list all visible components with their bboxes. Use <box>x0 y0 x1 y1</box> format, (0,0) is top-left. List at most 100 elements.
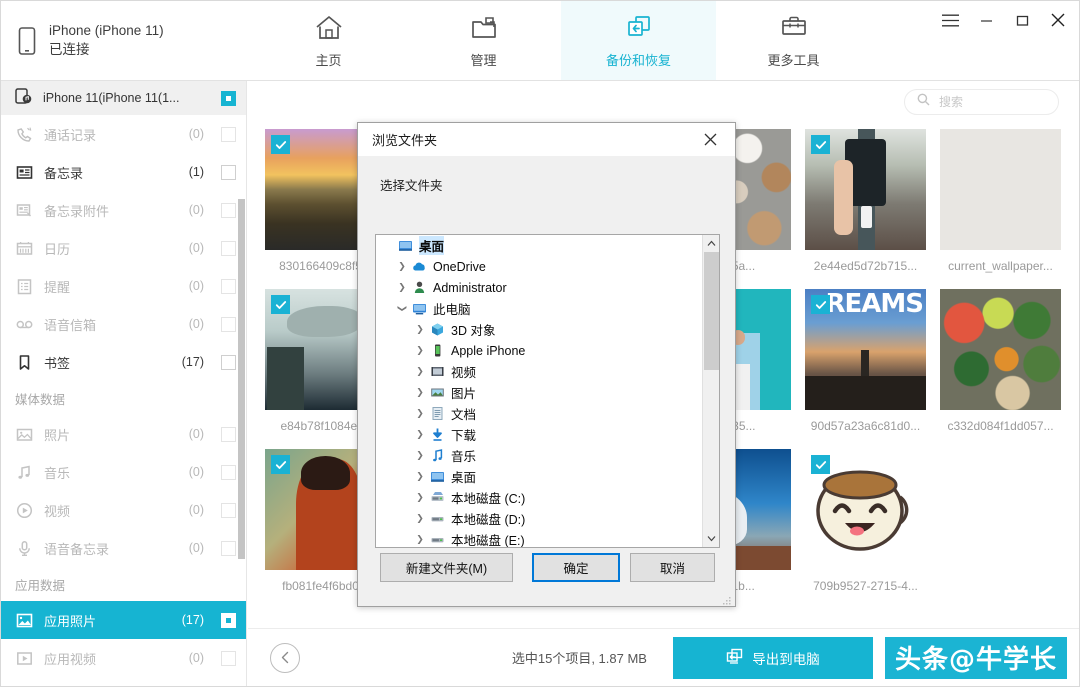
sidebar-item-photos[interactable]: 照片 (0) <box>1 415 246 453</box>
thumbnail-image[interactable] <box>940 129 1061 250</box>
sidebar-item-app-videos[interactable]: 应用视频 (0) <box>1 639 246 677</box>
sidebar-item-checkbox[interactable] <box>221 165 236 180</box>
device-status: 已连接 <box>49 42 164 58</box>
sidebar-item-checkbox[interactable] <box>221 651 236 666</box>
sidebar-item-checkbox[interactable] <box>221 241 236 256</box>
selection-checkmark[interactable] <box>811 455 830 474</box>
chevron-right-icon[interactable]: ❯ <box>412 345 428 356</box>
tree-item-downloads[interactable]: ❯ 下载 <box>376 424 703 445</box>
tree-item-this-pc[interactable]: ❯ 此电脑 <box>376 298 703 319</box>
sidebar-item-checkbox[interactable] <box>221 127 236 142</box>
grid-item[interactable]: current_wallpaper... <box>933 129 1068 289</box>
sidebar-item-checkbox[interactable] <box>221 465 236 480</box>
sidebar-item-reminder[interactable]: 提醒 (0) <box>1 267 246 305</box>
search-box[interactable] <box>904 89 1059 115</box>
nav-tab-home[interactable]: 主页 <box>251 1 406 80</box>
chevron-down-icon[interactable]: ❯ <box>397 301 408 317</box>
chevron-right-icon[interactable]: ❯ <box>412 429 428 440</box>
sidebar-item-bookmarks[interactable]: 书签 (17) <box>1 343 246 381</box>
device-music-icon <box>15 87 33 110</box>
tree-item-desktop[interactable]: ❯ 桌面 <box>376 466 703 487</box>
tree-item-videos[interactable]: ❯ 视频 <box>376 361 703 382</box>
sidebar-item-music[interactable]: 音乐 (0) <box>1 453 246 491</box>
scroll-down-icon[interactable] <box>703 530 719 547</box>
tree-item-desktop-root[interactable]: 桌面 <box>376 235 703 256</box>
tree-item-local-disk-c[interactable]: ❯ 本地磁盘 (C:) <box>376 487 703 508</box>
maximize-icon[interactable] <box>1011 9 1033 31</box>
sidebar-item-videos[interactable]: 视频 (0) <box>1 491 246 529</box>
chevron-right-icon[interactable]: ❯ <box>412 534 428 545</box>
chevron-right-icon[interactable]: ❯ <box>412 492 428 503</box>
sidebar-item-voice-memos[interactable]: 语音备忘录 (0) <box>1 529 246 567</box>
sidebar-item-app-documents[interactable]: 应用文档 (1) <box>1 677 246 687</box>
chevron-right-icon[interactable]: ❯ <box>412 366 428 377</box>
notes-attach-icon <box>15 201 33 219</box>
sidebar-item-checkbox[interactable] <box>221 355 236 370</box>
chevron-right-icon[interactable]: ❯ <box>394 282 410 293</box>
sidebar-item-label: 应用视频 <box>44 649 178 668</box>
sidebar-item-checkbox[interactable] <box>221 203 236 218</box>
sidebar-scrollbar[interactable] <box>238 199 245 559</box>
nav-tab-backup-restore[interactable]: 备份和恢复 <box>561 1 716 80</box>
back-button[interactable] <box>270 643 300 673</box>
sidebar-item-checkbox[interactable] <box>221 279 236 294</box>
cancel-button[interactable]: 取消 <box>630 553 715 582</box>
dialog-titlebar[interactable]: 浏览文件夹 <box>358 123 735 157</box>
chevron-right-icon[interactable]: ❯ <box>412 408 428 419</box>
grid-item[interactable]: c332d084f1dd057... <box>933 289 1068 449</box>
sidebar-item-checkbox[interactable] <box>221 613 236 628</box>
grid-item[interactable]: REAMS 90d57a23a6c81d0... <box>798 289 933 449</box>
new-folder-button[interactable]: 新建文件夹(M) <box>380 553 513 582</box>
sidebar-item-voicemail[interactable]: 语音信箱 (0) <box>1 305 246 343</box>
sidebar-item-app-photos[interactable]: 应用照片 (17) <box>1 601 246 639</box>
tree-item-pictures[interactable]: ❯ 图片 <box>376 382 703 403</box>
nav-tab-more-tools[interactable]: 更多工具 <box>716 1 871 80</box>
close-icon[interactable] <box>693 125 727 155</box>
selection-checkmark[interactable] <box>811 135 830 154</box>
sidebar-device-checkbox[interactable] <box>221 91 236 106</box>
tree-item-administrator[interactable]: ❯ Administrator <box>376 277 703 298</box>
tree-item-onedrive[interactable]: ❯ OneDrive <box>376 256 703 277</box>
scroll-up-icon[interactable] <box>703 235 719 252</box>
file-name: c332d084f1dd057... <box>937 419 1065 433</box>
selection-checkmark[interactable] <box>271 135 290 154</box>
sidebar-device-header[interactable]: iPhone 11(iPhone 11(1... <box>1 81 246 115</box>
tree-item-music[interactable]: ❯ 音乐 <box>376 445 703 466</box>
tree-item-local-disk-d[interactable]: ❯ 本地磁盘 (D:) <box>376 508 703 529</box>
tree-item-apple-iphone[interactable]: ❯ Apple iPhone <box>376 340 703 361</box>
selection-checkmark[interactable] <box>271 455 290 474</box>
chevron-right-icon[interactable]: ❯ <box>394 261 410 272</box>
sidebar-item-checkbox[interactable] <box>221 503 236 518</box>
export-to-pc-button[interactable]: 导出到电脑 <box>673 637 873 679</box>
dialog-resize-handle[interactable] <box>722 593 732 603</box>
sidebar-item-calendar[interactable]: 日历 (0) <box>1 229 246 267</box>
search-input[interactable] <box>937 94 1046 110</box>
sidebar-item-checkbox[interactable] <box>221 427 236 442</box>
chevron-right-icon[interactable]: ❯ <box>412 513 428 524</box>
tree-item-documents[interactable]: ❯ 文档 <box>376 403 703 424</box>
tree-item-3d-objects[interactable]: ❯ 3D 对象 <box>376 319 703 340</box>
tree-scrollbar-thumb[interactable] <box>704 252 719 370</box>
sidebar-item-notes[interactable]: 备忘录 (1) <box>1 153 246 191</box>
minimize-icon[interactable] <box>975 9 997 31</box>
chevron-right-icon[interactable]: ❯ <box>412 471 428 482</box>
ok-button[interactable]: 确定 <box>532 553 620 582</box>
nav-tab-manage[interactable]: 管理 <box>406 1 561 80</box>
selection-checkmark[interactable] <box>271 295 290 314</box>
tree-scrollbar[interactable] <box>702 235 719 547</box>
thumbnail-image[interactable] <box>940 289 1061 410</box>
chevron-right-icon[interactable]: ❯ <box>412 324 428 335</box>
sidebar-item-notes-attachments[interactable]: 备忘录附件 (0) <box>1 191 246 229</box>
grid-item[interactable]: 709b9527-2715-4... <box>798 449 933 609</box>
chevron-right-icon[interactable]: ❯ <box>412 450 428 461</box>
thumbnail-wrapper <box>940 129 1061 250</box>
grid-item[interactable]: 2e44ed5d72b715... <box>798 129 933 289</box>
close-icon[interactable] <box>1047 9 1069 31</box>
chevron-right-icon[interactable]: ❯ <box>412 387 428 398</box>
sidebar-item-checkbox[interactable] <box>221 317 236 332</box>
tree-item-local-disk-e[interactable]: ❯ 本地磁盘 (E:) <box>376 529 703 547</box>
sidebar-item-checkbox[interactable] <box>221 541 236 556</box>
selection-checkmark[interactable] <box>811 295 830 314</box>
hamburger-menu-icon[interactable] <box>939 9 961 31</box>
sidebar-item-call-log[interactable]: 通话记录 (0) <box>1 115 246 153</box>
